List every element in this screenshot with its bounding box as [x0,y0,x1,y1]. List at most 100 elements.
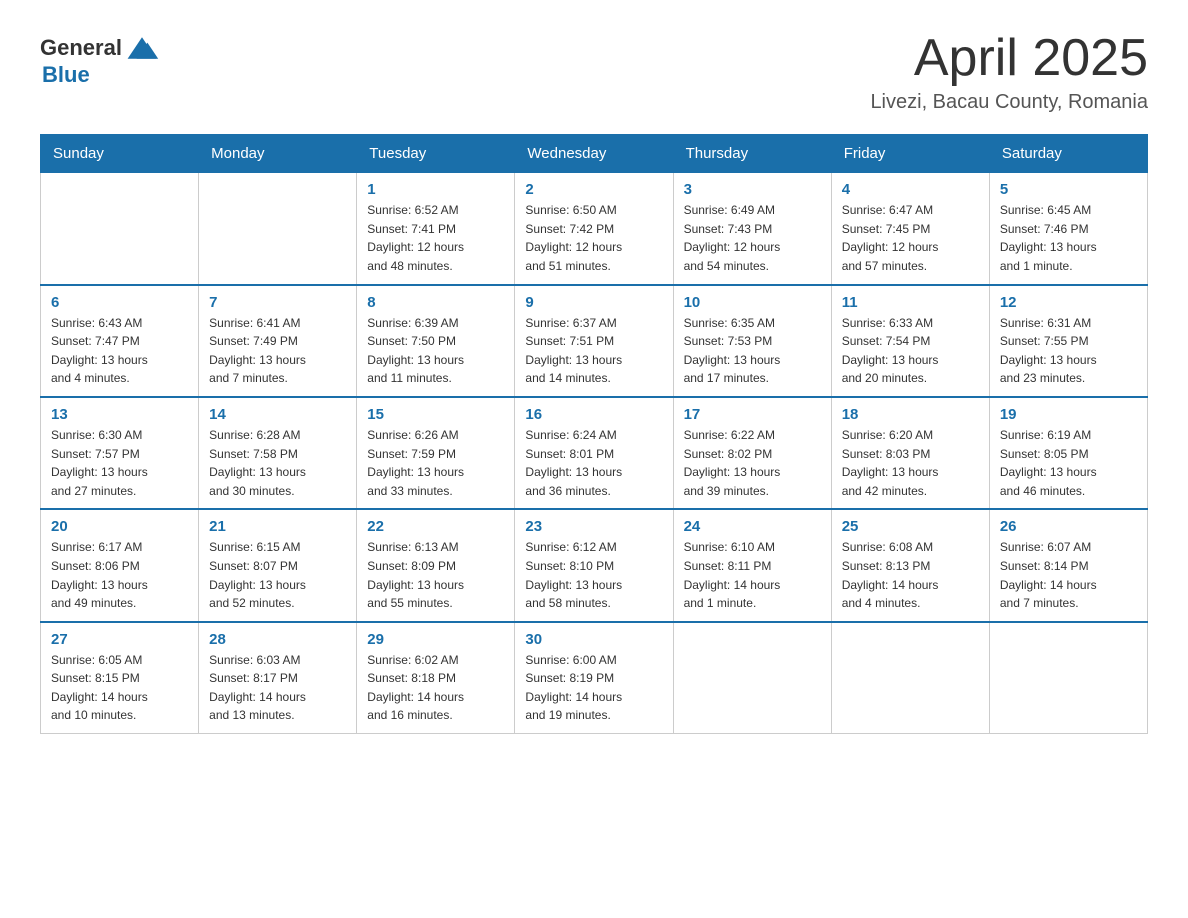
day-info: Sunrise: 6:35 AM Sunset: 7:53 PM Dayligh… [684,314,821,388]
calendar-cell: 1 Sunrise: 6:52 AM Sunset: 7:41 PM Daylig… [357,173,515,285]
day-info: Sunrise: 6:10 AM Sunset: 8:11 PM Dayligh… [684,538,821,612]
day-number: 16 [525,406,662,423]
logo: General Blue [40,30,160,88]
day-number: 23 [525,518,662,535]
day-info: Sunrise: 6:52 AM Sunset: 7:41 PM Dayligh… [367,201,504,275]
header-friday: Friday [831,135,989,173]
day-number: 17 [684,406,821,423]
day-info: Sunrise: 6:02 AM Sunset: 8:18 PM Dayligh… [367,651,504,725]
day-info: Sunrise: 6:31 AM Sunset: 7:55 PM Dayligh… [1000,314,1137,388]
calendar-cell: 3Sunrise: 6:49 AM Sunset: 7:43 PM Daylig… [673,173,831,285]
header-sunday: Sunday [41,135,199,173]
day-number: 12 [1000,294,1137,311]
day-info: Sunrise: 6:50 AM Sunset: 7:42 PM Dayligh… [525,201,662,275]
day-info: Sunrise: 6:28 AM Sunset: 7:58 PM Dayligh… [209,426,346,500]
day-number: 5 [1000,181,1137,198]
day-info: Sunrise: 6:00 AM Sunset: 8:19 PM Dayligh… [525,651,662,725]
calendar-cell [41,173,199,285]
day-info: Sunrise: 6:24 AM Sunset: 8:01 PM Dayligh… [525,426,662,500]
calendar-cell: 15Sunrise: 6:26 AM Sunset: 7:59 PM Dayli… [357,397,515,509]
calendar-cell: 19 Sunrise: 6:19 AM Sunset: 8:05 PM Dayli… [989,397,1147,509]
day-info: Sunrise: 6:45 AM Sunset: 7:46 PM Dayligh… [1000,201,1137,275]
day-number: 10 [684,294,821,311]
calendar-week-row: 13 Sunrise: 6:30 AM Sunset: 7:57 PM Dayli… [41,397,1148,509]
day-number: 4 [842,181,979,198]
month-title: April 2025 [870,30,1148,87]
day-info: Sunrise: 6:37 AM Sunset: 7:51 PM Dayligh… [525,314,662,388]
day-info: Sunrise: 6:43 AM Sunset: 7:47 PM Dayligh… [51,314,188,388]
location-title: Livezi, Bacau County, Romania [870,91,1148,114]
title-section: April 2025 Livezi, Bacau County, Romania [870,30,1148,114]
header-tuesday: Tuesday [357,135,515,173]
calendar-cell [673,622,831,734]
day-number: 13 [51,406,188,423]
calendar-cell: 29Sunrise: 6:02 AM Sunset: 8:18 PM Dayli… [357,622,515,734]
calendar-cell: 23 Sunrise: 6:12 AM Sunset: 8:10 PM Dayli… [515,509,673,621]
calendar-cell: 16 Sunrise: 6:24 AM Sunset: 8:01 PM Dayli… [515,397,673,509]
day-number: 19 [1000,406,1137,423]
day-number: 8 [367,294,504,311]
day-info: Sunrise: 6:39 AM Sunset: 7:50 PM Dayligh… [367,314,504,388]
calendar-cell: 18 Sunrise: 6:20 AM Sunset: 8:03 PM Dayli… [831,397,989,509]
day-info: Sunrise: 6:08 AM Sunset: 8:13 PM Dayligh… [842,538,979,612]
calendar-cell: 13 Sunrise: 6:30 AM Sunset: 7:57 PM Dayli… [41,397,199,509]
calendar-cell: 22Sunrise: 6:13 AM Sunset: 8:09 PM Dayli… [357,509,515,621]
calendar-cell: 5 Sunrise: 6:45 AM Sunset: 7:46 PM Daylig… [989,173,1147,285]
calendar-cell: 24 Sunrise: 6:10 AM Sunset: 8:11 PM Dayli… [673,509,831,621]
day-info: Sunrise: 6:33 AM Sunset: 7:54 PM Dayligh… [842,314,979,388]
day-number: 1 [367,181,504,198]
day-info: Sunrise: 6:19 AM Sunset: 8:05 PM Dayligh… [1000,426,1137,500]
calendar-week-row: 6 Sunrise: 6:43 AM Sunset: 7:47 PM Daylig… [41,285,1148,397]
day-number: 21 [209,518,346,535]
day-number: 28 [209,631,346,648]
calendar-cell: 26 Sunrise: 6:07 AM Sunset: 8:14 PM Dayli… [989,509,1147,621]
day-info: Sunrise: 6:17 AM Sunset: 8:06 PM Dayligh… [51,538,188,612]
calendar-cell: 8 Sunrise: 6:39 AM Sunset: 7:50 PM Daylig… [357,285,515,397]
calendar-table: Sunday Monday Tuesday Wednesday Thursday… [40,134,1148,734]
page-header: General Blue April 2025 Livezi, Bacau Co… [40,30,1148,114]
calendar-cell: 20 Sunrise: 6:17 AM Sunset: 8:06 PM Dayli… [41,509,199,621]
day-number: 24 [684,518,821,535]
header-monday: Monday [199,135,357,173]
day-number: 3 [684,181,821,198]
calendar-cell: 9Sunrise: 6:37 AM Sunset: 7:51 PM Daylig… [515,285,673,397]
day-number: 30 [525,631,662,648]
day-number: 26 [1000,518,1137,535]
day-number: 25 [842,518,979,535]
day-info: Sunrise: 6:26 AM Sunset: 7:59 PM Dayligh… [367,426,504,500]
day-info: Sunrise: 6:30 AM Sunset: 7:57 PM Dayligh… [51,426,188,500]
calendar-cell [831,622,989,734]
day-info: Sunrise: 6:47 AM Sunset: 7:45 PM Dayligh… [842,201,979,275]
calendar-cell: 28Sunrise: 6:03 AM Sunset: 8:17 PM Dayli… [199,622,357,734]
day-number: 14 [209,406,346,423]
day-number: 20 [51,518,188,535]
day-info: Sunrise: 6:20 AM Sunset: 8:03 PM Dayligh… [842,426,979,500]
day-info: Sunrise: 6:15 AM Sunset: 8:07 PM Dayligh… [209,538,346,612]
weekday-header-row: Sunday Monday Tuesday Wednesday Thursday… [41,135,1148,173]
day-number: 18 [842,406,979,423]
calendar-cell: 12 Sunrise: 6:31 AM Sunset: 7:55 PM Dayli… [989,285,1147,397]
day-info: Sunrise: 6:07 AM Sunset: 8:14 PM Dayligh… [1000,538,1137,612]
calendar-cell: 17 Sunrise: 6:22 AM Sunset: 8:02 PM Dayli… [673,397,831,509]
calendar-cell [989,622,1147,734]
day-number: 2 [525,181,662,198]
calendar-week-row: 27Sunrise: 6:05 AM Sunset: 8:15 PM Dayli… [41,622,1148,734]
calendar-cell: 4 Sunrise: 6:47 AM Sunset: 7:45 PM Daylig… [831,173,989,285]
logo-text: General [40,36,122,60]
day-info: Sunrise: 6:13 AM Sunset: 8:09 PM Dayligh… [367,538,504,612]
day-info: Sunrise: 6:12 AM Sunset: 8:10 PM Dayligh… [525,538,662,612]
calendar-cell: 25 Sunrise: 6:08 AM Sunset: 8:13 PM Dayli… [831,509,989,621]
calendar-cell: 30 Sunrise: 6:00 AM Sunset: 8:19 PM Dayli… [515,622,673,734]
day-number: 7 [209,294,346,311]
header-thursday: Thursday [673,135,831,173]
calendar-cell: 6 Sunrise: 6:43 AM Sunset: 7:47 PM Daylig… [41,285,199,397]
day-info: Sunrise: 6:22 AM Sunset: 8:02 PM Dayligh… [684,426,821,500]
calendar-cell: 7Sunrise: 6:41 AM Sunset: 7:49 PM Daylig… [199,285,357,397]
day-number: 6 [51,294,188,311]
day-number: 11 [842,294,979,311]
calendar-cell: 27Sunrise: 6:05 AM Sunset: 8:15 PM Dayli… [41,622,199,734]
logo-icon [124,30,160,66]
calendar-cell: 14 Sunrise: 6:28 AM Sunset: 7:58 PM Dayli… [199,397,357,509]
calendar-week-row: 1 Sunrise: 6:52 AM Sunset: 7:41 PM Daylig… [41,173,1148,285]
calendar-cell: 21 Sunrise: 6:15 AM Sunset: 8:07 PM Dayli… [199,509,357,621]
